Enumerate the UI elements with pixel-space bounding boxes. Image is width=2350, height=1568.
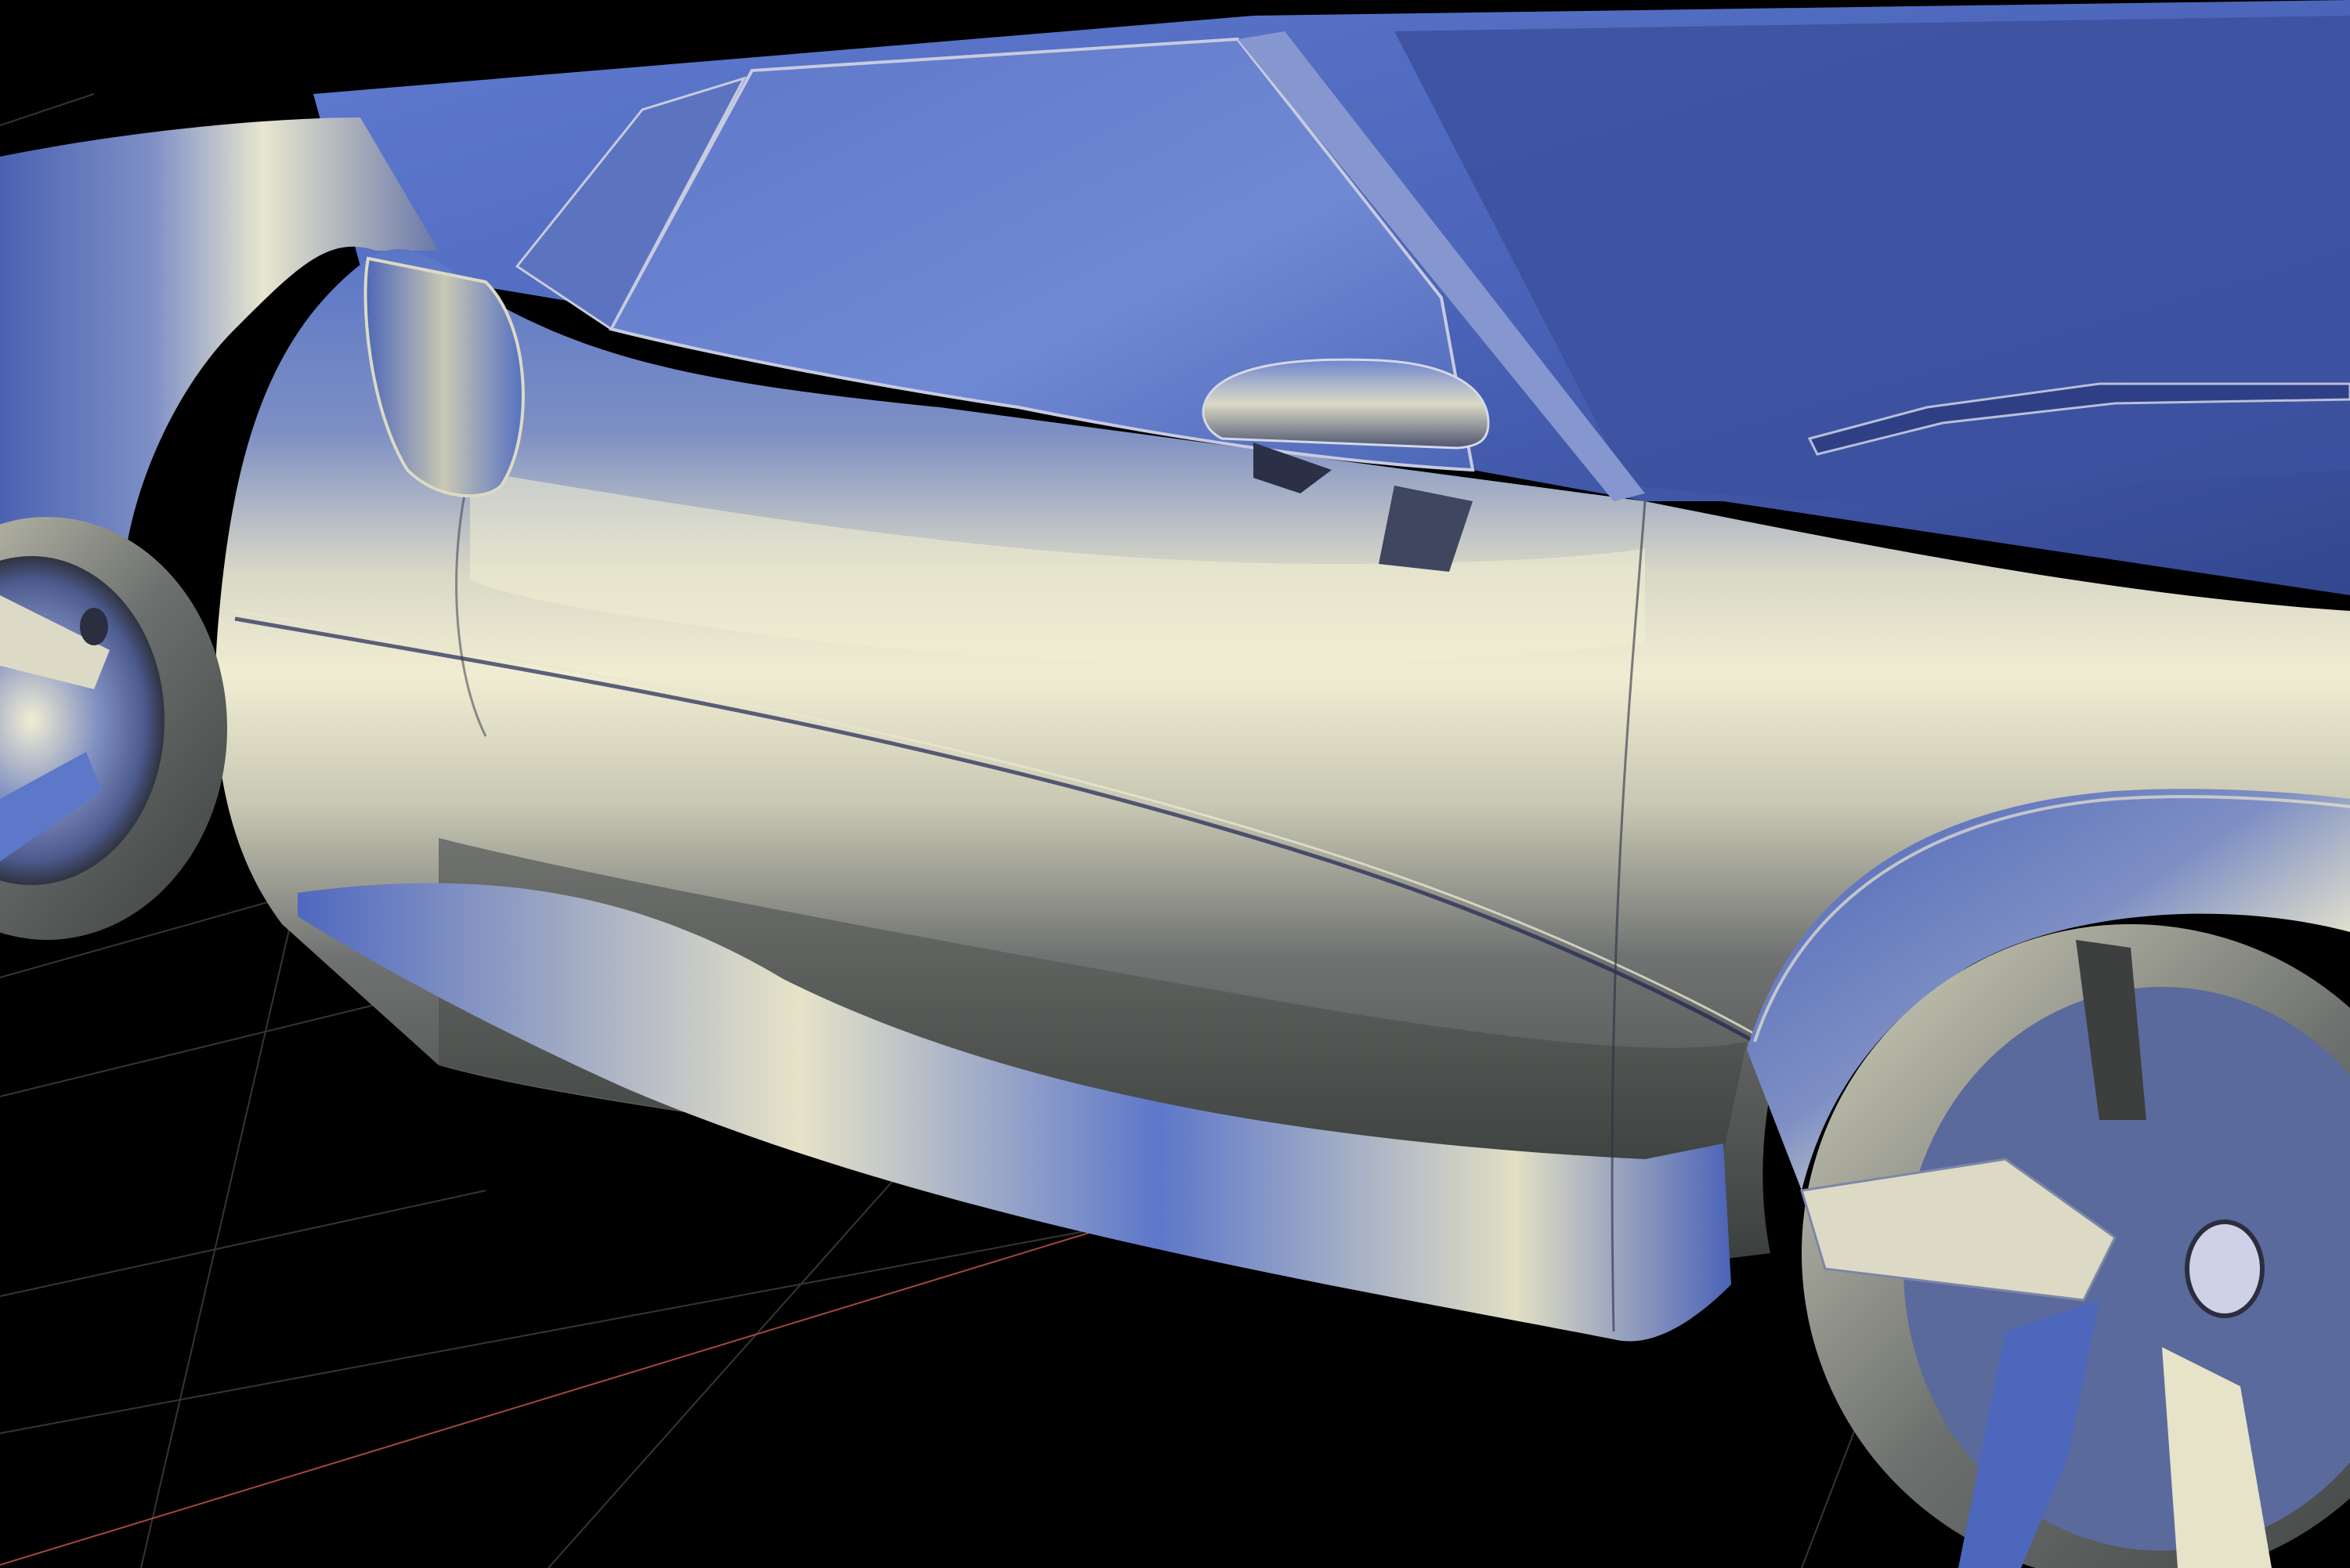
viewport-canvas[interactable] xyxy=(0,0,2350,1568)
mirror-housing xyxy=(1202,358,1490,450)
3d-viewport[interactable] xyxy=(0,0,2350,1568)
